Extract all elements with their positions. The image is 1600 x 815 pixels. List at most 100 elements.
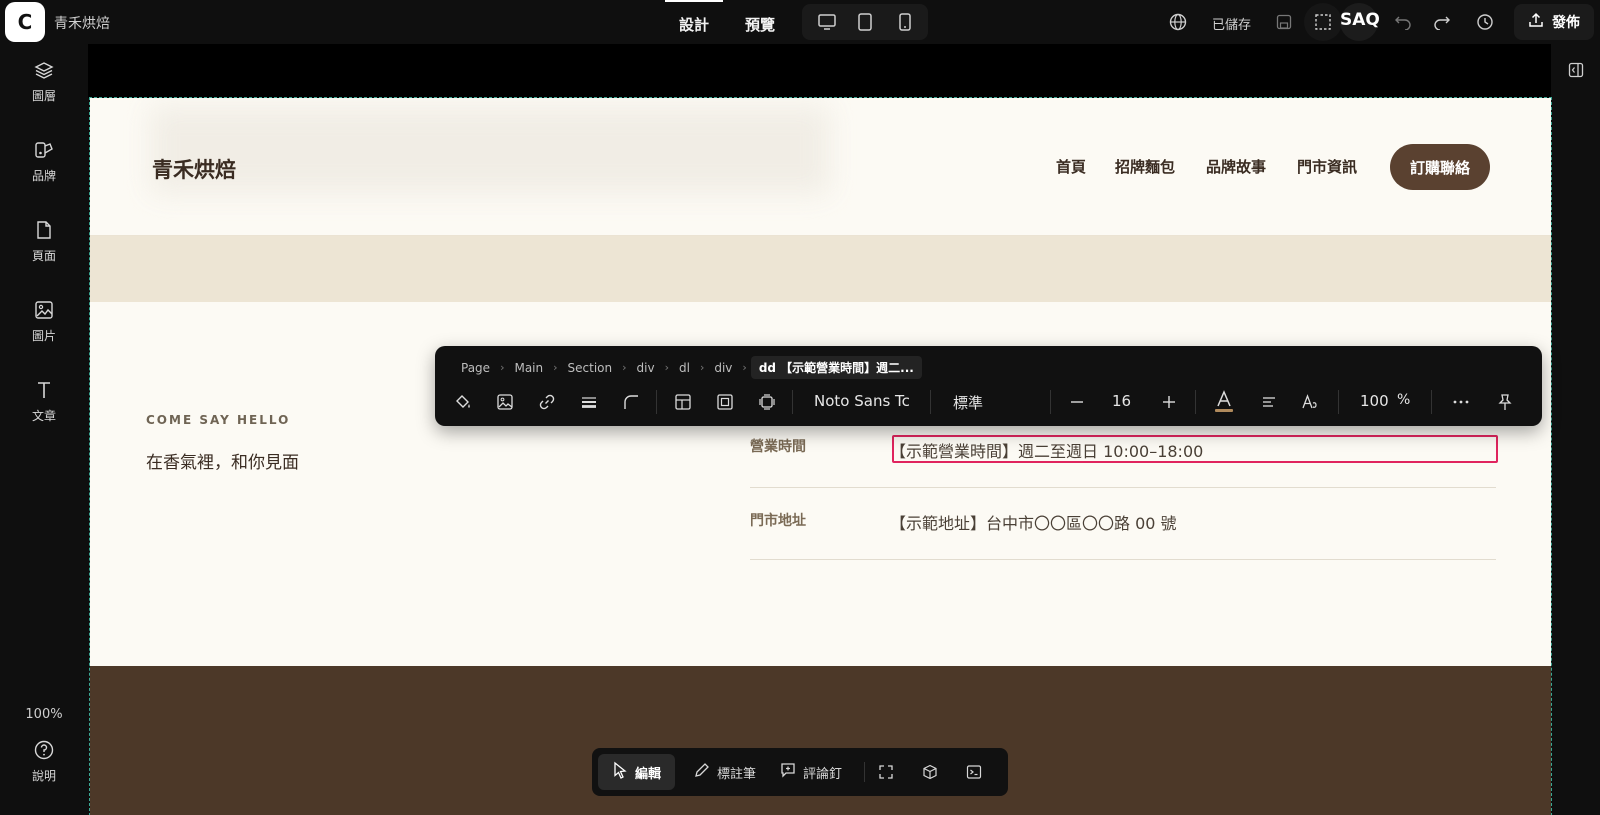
breadcrumb-item[interactable]: div: [631, 361, 661, 375]
detail-term[interactable]: 營業時間: [750, 436, 806, 456]
help-icon: [34, 740, 54, 763]
text-style-icon[interactable]: [1298, 390, 1322, 414]
minus-icon[interactable]: [1065, 390, 1089, 414]
detail-value[interactable]: 【示範地址】台中市〇〇區〇〇路 00 號: [890, 510, 1177, 534]
section-eyebrow[interactable]: COME SAY HELLO: [146, 413, 290, 427]
mobile-icon[interactable]: [894, 12, 916, 32]
history-icon[interactable]: [1474, 12, 1496, 32]
section-subhead[interactable]: 在香氣裡，和你見面: [146, 448, 299, 473]
breadcrumb-item[interactable]: Page: [455, 361, 496, 375]
header-blur-decoration: [150, 106, 830, 194]
sidebar-item-layers[interactable]: 圖層: [0, 60, 88, 104]
selection-icon[interactable]: [1312, 12, 1334, 32]
sidebar-item-pages[interactable]: 頁面: [0, 220, 88, 264]
top-bar: C 青禾烘焙 設計 預覽 已儲存 SAQ 發佈: [0, 0, 1600, 44]
desktop-icon[interactable]: [816, 12, 838, 32]
font-weight-select[interactable]: 標準: [953, 392, 983, 413]
sidebar-item-articles[interactable]: 文章: [0, 380, 88, 424]
save-icon[interactable]: [1273, 12, 1295, 32]
redo-icon[interactable]: [1431, 12, 1453, 32]
project-name: 青禾烘焙: [54, 16, 110, 32]
help-label: 說明: [31, 769, 56, 783]
comment-mode-button[interactable]: 評論釘: [766, 754, 856, 790]
text-align-icon[interactable]: [1257, 390, 1281, 414]
nav-brand-story[interactable]: 品牌故事: [1206, 156, 1266, 177]
toolbar-divider: [1050, 390, 1051, 414]
globe-icon[interactable]: [1167, 12, 1189, 32]
undo-icon[interactable]: [1392, 12, 1414, 32]
site-header[interactable]: 青禾烘焙 首頁 招牌麵包 品牌故事 門市資訊 訂購聯絡: [90, 98, 1551, 236]
mode-bar: 編輯 標註筆 評論釘: [592, 748, 1008, 796]
sidebar-item-label: 文章: [31, 409, 56, 423]
tab-preview[interactable]: 預覽: [745, 14, 775, 35]
plus-icon[interactable]: [1157, 390, 1181, 414]
format-tools: Noto Sans Tc 標準 16 100 %: [445, 384, 1535, 420]
tablet-icon[interactable]: [854, 12, 876, 32]
canvas-margin: [88, 44, 1551, 98]
code-terminal-icon[interactable]: [964, 762, 984, 782]
detail-term[interactable]: 門市地址: [750, 510, 806, 530]
save-status: 已儲存: [1212, 18, 1252, 33]
breadcrumb-item[interactable]: dl: [673, 361, 696, 375]
chevron-right-icon: ›: [622, 361, 627, 374]
zoom-level[interactable]: 100%: [0, 707, 88, 722]
avatar[interactable]: SAQ: [1340, 10, 1380, 30]
breadcrumb-current[interactable]: dd 【示範營業時間】週二...: [750, 356, 922, 379]
pin-icon[interactable]: [1493, 390, 1517, 414]
nav-store-info[interactable]: 門市資訊: [1297, 156, 1357, 177]
border-icon[interactable]: [577, 390, 601, 414]
fill-icon[interactable]: [451, 390, 475, 414]
pen-icon: [694, 762, 710, 782]
app-logo[interactable]: C: [5, 2, 45, 42]
toolbar-divider: [656, 390, 657, 414]
font-family-select[interactable]: Noto Sans Tc: [814, 392, 910, 410]
sidebar-item-label: 頁面: [31, 249, 56, 263]
opacity-input[interactable]: 100: [1360, 392, 1389, 410]
text-icon: [34, 380, 54, 403]
sidebar-item-label: 圖片: [31, 329, 56, 343]
toolbar-divider: [1431, 390, 1432, 414]
nav-home[interactable]: 首頁: [1056, 156, 1086, 177]
publish-button[interactable]: 發佈: [1514, 4, 1594, 40]
toolbar-divider: [1195, 390, 1196, 414]
sidebar-item-brand[interactable]: 品牌: [0, 140, 88, 184]
brand-icon: [34, 140, 54, 163]
chevron-right-icon: ›: [699, 361, 705, 374]
corner-radius-icon[interactable]: [619, 390, 643, 414]
layout-icon[interactable]: [671, 390, 695, 414]
image-icon: [34, 300, 54, 323]
breadcrumb-item[interactable]: div: [708, 361, 738, 375]
site-logo[interactable]: 青禾烘焙: [152, 154, 236, 184]
link-icon[interactable]: [535, 390, 559, 414]
annotate-mode-label: 標註筆: [717, 766, 757, 782]
margin-icon[interactable]: [755, 390, 779, 414]
chevron-right-icon: ›: [553, 361, 558, 374]
format-toolbar: Page › Main › Section › div › dl › div ›…: [435, 346, 1542, 426]
edit-mode-button[interactable]: 編輯: [598, 754, 676, 790]
help-button[interactable]: 說明: [0, 740, 88, 784]
text-color-icon[interactable]: [1212, 390, 1236, 414]
annotate-mode-button[interactable]: 標註筆: [680, 754, 770, 790]
more-icon[interactable]: [1449, 390, 1473, 414]
page-icon: [34, 220, 54, 243]
font-size-input[interactable]: 16: [1112, 392, 1131, 410]
nav-signature-bread[interactable]: 招牌麵包: [1115, 156, 1175, 177]
component-icon[interactable]: [920, 762, 940, 782]
breadcrumb-item[interactable]: Main: [508, 361, 549, 375]
comment-mode-label: 評論釘: [803, 766, 843, 782]
chevron-right-icon: ›: [500, 361, 505, 374]
order-contact-button[interactable]: 訂購聯絡: [1390, 144, 1490, 190]
panel-toggle-icon[interactable]: [1565, 60, 1587, 80]
left-sidebar: 圖層 品牌 頁面 圖片 文章 100% 說明: [0, 44, 88, 815]
sidebar-item-images[interactable]: 圖片: [0, 300, 88, 344]
background-image-icon[interactable]: [493, 390, 517, 414]
beige-band: [90, 236, 1551, 302]
cursor-icon: [612, 761, 628, 783]
breadcrumb-item[interactable]: Section: [562, 361, 619, 375]
tab-design[interactable]: 設計: [664, 0, 724, 35]
padding-icon[interactable]: [713, 390, 737, 414]
fullscreen-icon[interactable]: [876, 762, 896, 782]
sidebar-item-label: 品牌: [31, 169, 56, 183]
detail-row-address[interactable]: 門市地址 【示範地址】台中市〇〇區〇〇路 00 號: [750, 488, 1496, 560]
site-canvas[interactable]: 青禾烘焙 首頁 招牌麵包 品牌故事 門市資訊 訂購聯絡 COME SAY HEL…: [89, 97, 1552, 815]
